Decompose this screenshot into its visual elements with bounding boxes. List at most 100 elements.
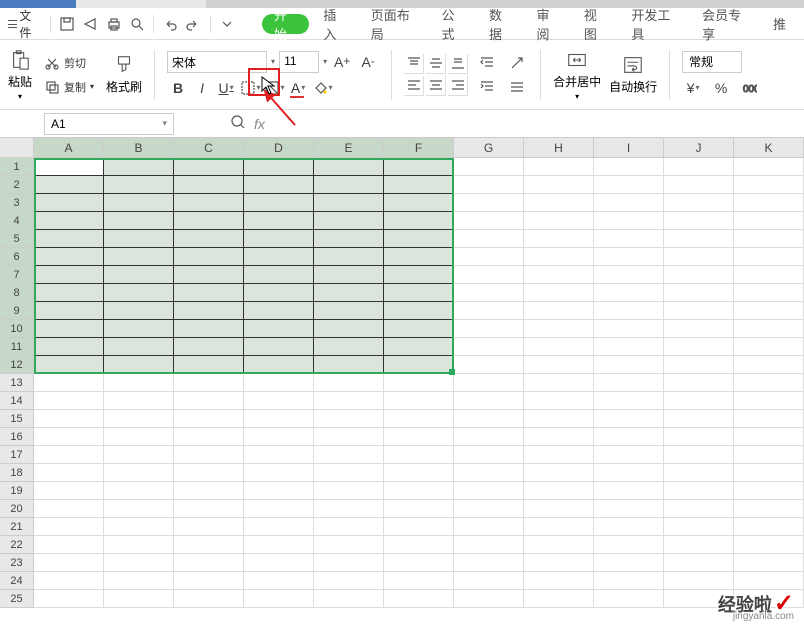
cell[interactable]: [244, 320, 314, 338]
preview-icon[interactable]: [128, 15, 145, 33]
cell[interactable]: [664, 248, 734, 266]
share-icon[interactable]: [82, 15, 99, 33]
cell[interactable]: [34, 356, 104, 374]
cell[interactable]: [34, 536, 104, 554]
cell[interactable]: [384, 320, 454, 338]
cell[interactable]: [384, 230, 454, 248]
cell[interactable]: [734, 356, 804, 374]
cell[interactable]: [34, 230, 104, 248]
cell[interactable]: [104, 302, 174, 320]
row-header[interactable]: 9: [0, 302, 34, 320]
cell[interactable]: [314, 446, 384, 464]
cell[interactable]: [524, 392, 594, 410]
cell[interactable]: [664, 302, 734, 320]
align-bottom-button[interactable]: [448, 54, 468, 74]
cell[interactable]: [104, 482, 174, 500]
cell[interactable]: [314, 536, 384, 554]
row-header[interactable]: 14: [0, 392, 34, 410]
tab-layout[interactable]: 页面布局: [361, 8, 428, 39]
currency-button[interactable]: ¥▾: [682, 77, 704, 99]
cell[interactable]: [734, 248, 804, 266]
row-header[interactable]: 2: [0, 176, 34, 194]
row-header[interactable]: 8: [0, 284, 34, 302]
cell[interactable]: [454, 464, 524, 482]
cell[interactable]: [734, 572, 804, 590]
cell[interactable]: [314, 410, 384, 428]
cell[interactable]: [594, 482, 664, 500]
cell[interactable]: [34, 338, 104, 356]
cell[interactable]: [384, 266, 454, 284]
column-header[interactable]: J: [664, 138, 734, 158]
paste-button[interactable]: 粘贴▾: [8, 49, 32, 101]
cell[interactable]: [454, 176, 524, 194]
cell[interactable]: [594, 212, 664, 230]
cell[interactable]: [104, 500, 174, 518]
row-header[interactable]: 17: [0, 446, 34, 464]
tab-member[interactable]: 会员专享: [692, 8, 759, 39]
cell[interactable]: [734, 230, 804, 248]
cell[interactable]: [384, 536, 454, 554]
cell[interactable]: [454, 338, 524, 356]
row-header[interactable]: 24: [0, 572, 34, 590]
save-icon[interactable]: [59, 15, 76, 33]
merge-center-button[interactable]: 合并居中▾: [553, 49, 601, 101]
cell[interactable]: [314, 320, 384, 338]
cell[interactable]: [314, 266, 384, 284]
cell[interactable]: [524, 302, 594, 320]
cell[interactable]: [104, 554, 174, 572]
cell[interactable]: [524, 338, 594, 356]
cell[interactable]: [314, 230, 384, 248]
cell[interactable]: [34, 212, 104, 230]
cell[interactable]: [734, 536, 804, 554]
cell[interactable]: [34, 464, 104, 482]
cell[interactable]: [34, 194, 104, 212]
dropdown-icon[interactable]: [219, 15, 236, 33]
cancel-formula-icon[interactable]: [230, 114, 246, 133]
cell[interactable]: [34, 320, 104, 338]
cell[interactable]: [594, 158, 664, 176]
cell[interactable]: [664, 464, 734, 482]
cell[interactable]: [34, 482, 104, 500]
copy-button[interactable]: 复制▾: [40, 77, 98, 97]
cell[interactable]: [384, 410, 454, 428]
cell[interactable]: [244, 176, 314, 194]
cell[interactable]: [594, 320, 664, 338]
underline-button[interactable]: U▾: [215, 77, 237, 99]
row-header[interactable]: 21: [0, 518, 34, 536]
cell[interactable]: [664, 356, 734, 374]
align-right-button[interactable]: [448, 76, 468, 96]
row-header[interactable]: 25: [0, 590, 34, 608]
column-header[interactable]: C: [174, 138, 244, 158]
tab-view[interactable]: 视图: [574, 8, 617, 39]
cell[interactable]: [664, 500, 734, 518]
cell[interactable]: [34, 248, 104, 266]
cell[interactable]: [734, 338, 804, 356]
cell[interactable]: [244, 284, 314, 302]
row-header[interactable]: 12: [0, 356, 34, 374]
cell[interactable]: [174, 158, 244, 176]
cell[interactable]: [244, 248, 314, 266]
cell[interactable]: [454, 212, 524, 230]
align-top-button[interactable]: [404, 54, 424, 74]
cell[interactable]: [664, 392, 734, 410]
cell[interactable]: [384, 374, 454, 392]
cell[interactable]: [524, 590, 594, 608]
cell[interactable]: [524, 572, 594, 590]
number-format-combo[interactable]: 常规: [682, 51, 742, 73]
cell[interactable]: [104, 590, 174, 608]
cell[interactable]: [244, 572, 314, 590]
cell[interactable]: [244, 338, 314, 356]
cell[interactable]: [594, 518, 664, 536]
cell[interactable]: [524, 428, 594, 446]
cell[interactable]: [594, 554, 664, 572]
cell[interactable]: [664, 194, 734, 212]
cell[interactable]: [174, 302, 244, 320]
cell[interactable]: [734, 410, 804, 428]
row-header[interactable]: 18: [0, 464, 34, 482]
cell[interactable]: [384, 500, 454, 518]
column-header[interactable]: K: [734, 138, 804, 158]
redo-icon[interactable]: [185, 15, 202, 33]
cell[interactable]: [244, 428, 314, 446]
cell[interactable]: [594, 410, 664, 428]
font-name-combo[interactable]: 宋体: [167, 51, 267, 73]
